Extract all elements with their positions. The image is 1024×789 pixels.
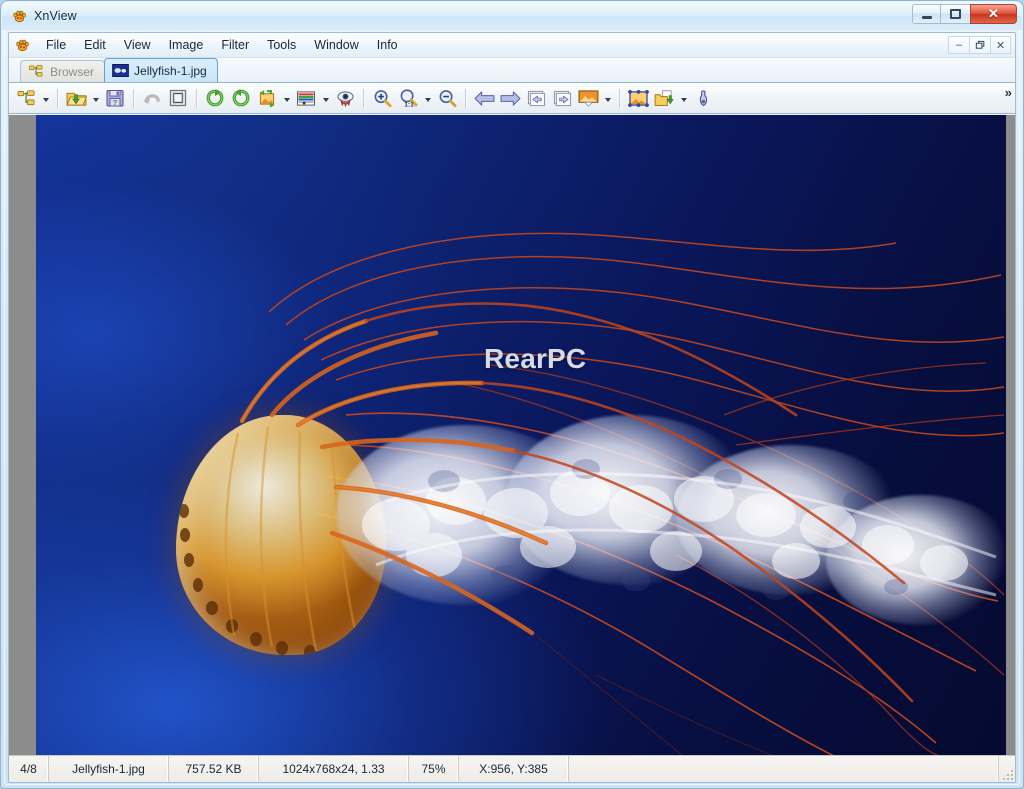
zoom-out-button[interactable] [434,86,460,111]
maximize-restore-button[interactable] [941,4,970,24]
mdi-restore-button[interactable] [969,36,990,54]
slideshow-dropdown-arrow[interactable] [601,86,614,111]
minimize-button[interactable] [912,4,941,24]
open-file-button[interactable] [63,86,89,111]
toolbar-separator [363,88,364,108]
resize-grip-icon[interactable] [999,756,1015,782]
slideshow-button[interactable] [575,86,601,111]
save-file-button[interactable]: ? [102,86,128,111]
jellyfish-photo: RearPC RearPC [36,115,1006,757]
xnview-main-window: XnView ✕ File Edit View Image Filter Too… [0,0,1024,789]
xnview-paw-icon [12,9,27,24]
rotate-left-button[interactable] [202,86,228,111]
image-viewport[interactable]: RearPC RearPC [9,115,1015,757]
xnview-paw-icon [15,38,30,53]
previous-page-button[interactable] [523,86,549,111]
next-image-button[interactable] [497,86,523,111]
tab-jellyfish-image[interactable]: Jellyfish-1.jpg [104,58,218,82]
jellyfish-tentacles [239,302,914,703]
status-cursor-position: X:956, Y:385 [459,756,569,782]
menu-item-image[interactable]: Image [160,35,213,55]
menu-item-info[interactable]: Info [368,35,407,55]
main-toolbar: ? 1:1 » [9,83,1015,114]
resize-image-dropdown-arrow[interactable] [280,86,293,111]
menu-item-tools[interactable]: Tools [258,35,305,55]
adjust-colors-dropdown-arrow[interactable] [319,86,332,111]
tab-label: Browser [50,64,95,79]
zoom-actual-size-button[interactable]: 1:1 [395,86,421,111]
red-eye-button[interactable] [332,86,358,111]
toolbar-overflow-button[interactable]: » [1005,85,1012,100]
rotate-right-button[interactable] [228,86,254,111]
status-zoom-level: 75% [409,756,459,782]
close-button[interactable]: ✕ [970,4,1017,24]
crop-frame-button[interactable] [165,86,191,111]
mdi-close-button[interactable]: ✕ [990,36,1011,54]
zoom-actual-size-dropdown-arrow[interactable] [421,86,434,111]
image-thumb-icon [112,64,129,77]
status-message-area [569,756,999,782]
client-area: File Edit View Image Filter Tools Window… [8,32,1016,783]
menu-item-filter[interactable]: Filter [212,35,258,55]
toolbar-separator [619,88,620,108]
status-filesize: 757.52 KB [169,756,259,782]
watermark-small: RearPC [484,343,587,374]
settings-button[interactable] [690,86,716,111]
tab-bar: Browser Jellyfish-1.jpg [9,58,1015,83]
window-controls: ✕ [912,4,1017,24]
previous-image-button[interactable] [471,86,497,111]
mdi-minimize-button[interactable]: – [948,36,969,54]
resize-image-button[interactable] [254,86,280,111]
menu-item-view[interactable]: View [115,35,160,55]
tab-label: Jellyfish-1.jpg [134,63,207,78]
tab-browser[interactable]: Browser [20,60,106,82]
menu-item-file[interactable]: File [37,35,75,55]
toolbar-separator [133,88,134,108]
menu-item-edit[interactable]: Edit [75,35,115,55]
status-bar: 4/8 Jellyfish-1.jpg 757.52 KB 1024x768x2… [9,755,1015,782]
menu-item-window[interactable]: Window [305,35,367,55]
browser-view-button[interactable] [13,86,39,111]
fullscreen-button[interactable] [625,86,651,111]
svg-text:?: ? [113,98,118,107]
batch-convert-dropdown-arrow[interactable] [677,86,690,111]
status-filename: Jellyfish-1.jpg [49,756,169,782]
toolbar-separator [196,88,197,108]
zoom-in-button[interactable] [369,86,395,111]
status-image-index: 4/8 [9,756,49,782]
adjust-colors-button[interactable] [293,86,319,111]
status-dimensions: 1024x768x24, 1.33 [259,756,409,782]
title-bar[interactable]: XnView ✕ [2,2,1022,30]
next-page-button[interactable] [549,86,575,111]
menu-bar: File Edit View Image Filter Tools Window… [9,33,1015,58]
toolbar-separator [465,88,466,108]
batch-convert-button[interactable] [651,86,677,111]
browser-tree-icon [28,65,44,78]
browser-view-dropdown-arrow[interactable] [39,86,52,111]
undo-button[interactable] [139,86,165,111]
open-file-dropdown-arrow[interactable] [89,86,102,111]
toolbar-separator [57,88,58,108]
window-title: XnView [34,9,77,23]
svg-text:1:1: 1:1 [404,101,414,107]
mdi-window-controls: – ✕ [948,36,1011,54]
